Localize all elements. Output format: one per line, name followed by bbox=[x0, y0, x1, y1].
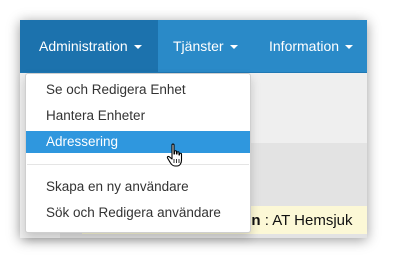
menu-item-adressering[interactable]: Adressering bbox=[26, 131, 250, 153]
nav-item-tjanster[interactable]: Tjänster bbox=[173, 20, 238, 72]
menu-item-hantera-enheter[interactable]: Hantera Enheter bbox=[26, 105, 250, 127]
caret-down-icon bbox=[345, 45, 354, 50]
nav-item-administration[interactable]: Administration bbox=[20, 20, 158, 72]
top-navbar: Administration Tjänster Information bbox=[20, 20, 367, 73]
nav-item-label: Information bbox=[269, 38, 340, 54]
info-row-value: : AT Hemsjuk bbox=[264, 212, 353, 229]
info-row-text: en : AT Hemsjuk bbox=[243, 212, 353, 229]
nav-item-information[interactable]: Information bbox=[269, 20, 354, 72]
menu-item-skapa-ny-anvandare[interactable]: Skapa en ny användare bbox=[26, 176, 250, 198]
caret-down-icon bbox=[133, 45, 142, 50]
caret-down-icon bbox=[229, 45, 238, 50]
hand-pointer-icon bbox=[166, 143, 183, 167]
menu-item-se-och-redigera-enhet[interactable]: Se och Redigera Enhet bbox=[26, 79, 250, 101]
menu-divider bbox=[27, 164, 249, 165]
administration-dropdown-menu: Se och Redigera Enhet Hantera Enheter Ad… bbox=[25, 73, 251, 233]
nav-item-label: Tjänster bbox=[173, 38, 224, 54]
nav-item-label: Administration bbox=[39, 38, 128, 54]
menu-item-sok-och-redigera-anvandare[interactable]: Sök och Redigera användare bbox=[26, 202, 250, 224]
